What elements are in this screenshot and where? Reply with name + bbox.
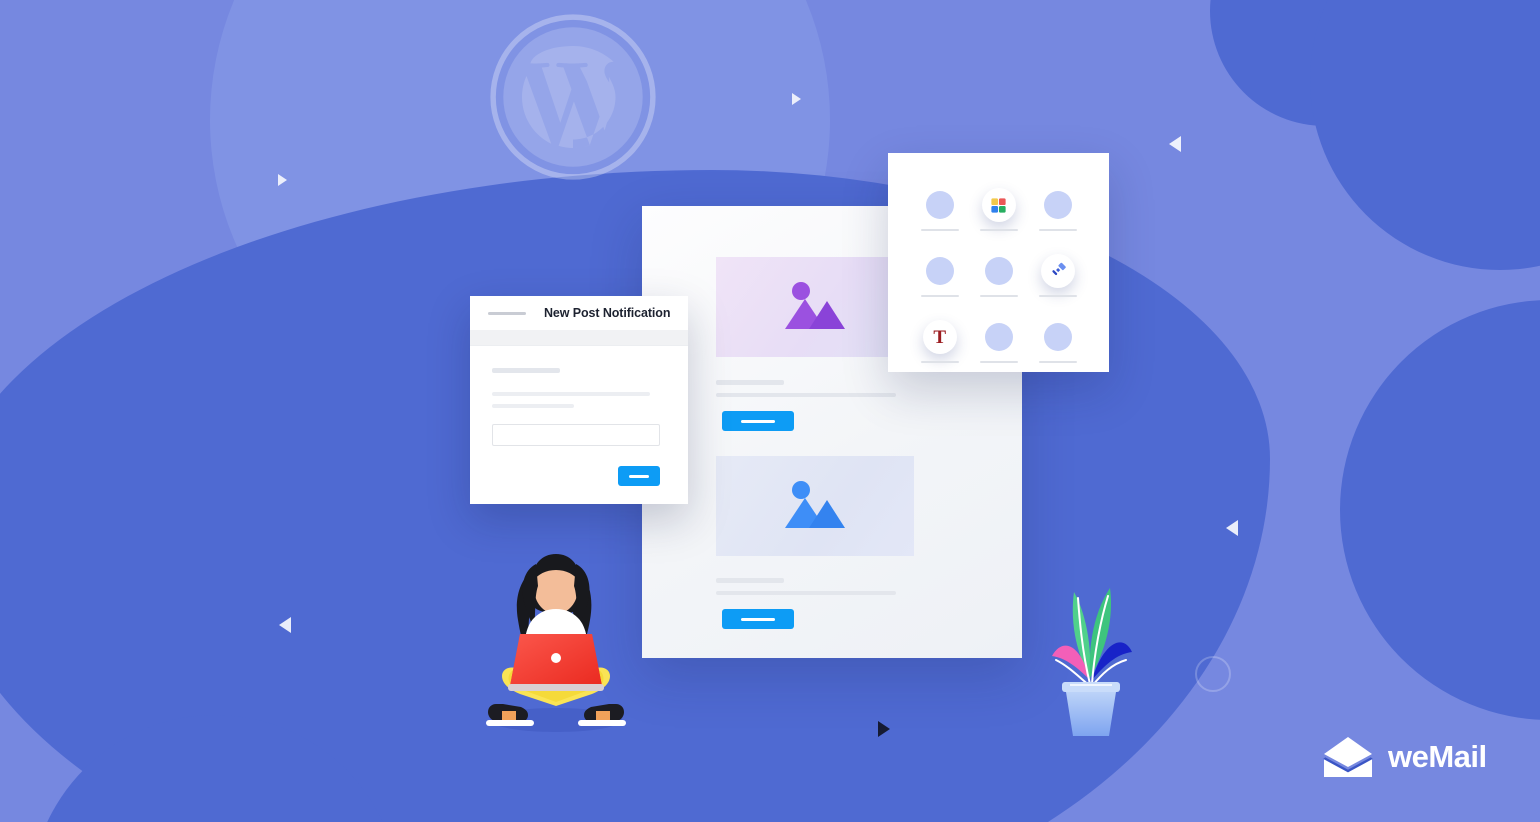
cta-button[interactable] xyxy=(722,411,794,431)
text-line xyxy=(716,393,896,397)
blank-circle-icon xyxy=(1044,191,1073,219)
notification-header: New Post Notification xyxy=(470,296,688,330)
woman-with-laptop-illustration xyxy=(486,554,626,732)
icon-cell-label xyxy=(1039,295,1078,297)
wemail-logo: weMail xyxy=(1322,735,1487,779)
notification-dash-icon xyxy=(488,311,526,315)
text-line xyxy=(716,591,896,595)
text-line xyxy=(492,368,560,373)
media-placeholder-blue xyxy=(716,456,914,556)
icon-cell-label xyxy=(920,295,959,297)
text-line xyxy=(492,392,650,396)
envelope-icon xyxy=(1323,737,1373,777)
cta-button-label xyxy=(741,419,775,423)
decor-triangle-icon xyxy=(792,93,801,105)
blank-circle-icon xyxy=(984,323,1013,351)
email-input-field[interactable] xyxy=(492,424,660,446)
icon-cell-plugin[interactable] xyxy=(969,188,1028,231)
decor-triangle-icon xyxy=(279,617,291,633)
icon-cell-typography[interactable]: T xyxy=(910,320,969,363)
icon-cell-label xyxy=(920,229,959,231)
icon-cell-label xyxy=(1039,361,1078,363)
notification-body xyxy=(470,346,688,504)
decor-triangle-icon xyxy=(1169,136,1181,152)
icon-cell-blank-1[interactable] xyxy=(910,191,969,231)
decor-triangle-icon xyxy=(278,174,287,186)
blank-circle-icon xyxy=(925,257,954,285)
icon-cell-blank-2[interactable] xyxy=(1029,191,1088,231)
plugin-puzzle-icon xyxy=(981,188,1016,222)
wordpress-logo-icon xyxy=(490,14,656,180)
icon-cell-label xyxy=(979,295,1018,297)
icon-cell-label xyxy=(1039,229,1078,231)
background-circle-top-right-large xyxy=(1310,0,1540,270)
icon-cell-label xyxy=(979,361,1018,363)
decor-triangle-icon xyxy=(1226,520,1238,536)
new-post-notification-card[interactable]: New Post Notification xyxy=(470,296,688,504)
notification-subheader-bar xyxy=(470,330,688,346)
icon-cell-blank-4[interactable] xyxy=(969,257,1028,297)
blank-circle-icon xyxy=(925,191,954,219)
typography-glyph: T xyxy=(933,326,946,348)
icon-cell-blank-3[interactable] xyxy=(910,257,969,297)
cta-button-label xyxy=(741,617,775,621)
paint-brush-icon xyxy=(1041,254,1076,288)
icon-cell-brush[interactable] xyxy=(1029,254,1088,297)
blank-circle-icon xyxy=(984,257,1013,285)
text-line xyxy=(492,404,574,408)
icon-cell-blank-6[interactable] xyxy=(1029,323,1088,363)
icon-cell-blank-5[interactable] xyxy=(969,323,1028,363)
icon-cell-label xyxy=(920,361,959,363)
blank-circle-icon xyxy=(1044,323,1073,351)
decor-ring-icon xyxy=(1195,656,1231,692)
cta-button[interactable] xyxy=(722,609,794,629)
icon-cell-label xyxy=(979,229,1018,231)
wemail-wordmark: weMail xyxy=(1388,739,1487,774)
icon-grid: T xyxy=(910,188,1088,363)
hero-illustration-canvas: New Post Notification T weMail xyxy=(0,0,1540,822)
potted-plant-illustration xyxy=(1052,588,1132,736)
media-placeholder-purple xyxy=(716,257,914,357)
image-placeholder-icon xyxy=(785,481,845,528)
subscribe-button[interactable] xyxy=(618,466,660,486)
plugin-icon-panel[interactable]: T xyxy=(888,153,1109,372)
typography-t-icon: T xyxy=(922,320,957,354)
decor-triangle-dark-icon xyxy=(878,721,890,737)
subscribe-button-label xyxy=(629,474,649,478)
background-circle-right-middle xyxy=(1340,300,1540,720)
text-line xyxy=(716,578,784,583)
notification-title: New Post Notification xyxy=(544,306,671,320)
image-placeholder-icon xyxy=(785,282,845,329)
text-line xyxy=(716,380,784,385)
